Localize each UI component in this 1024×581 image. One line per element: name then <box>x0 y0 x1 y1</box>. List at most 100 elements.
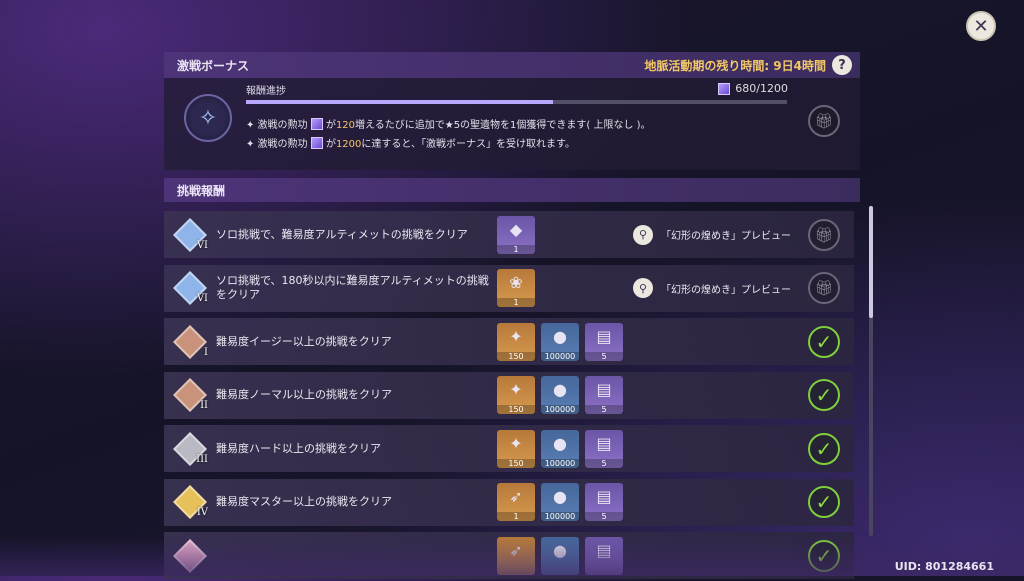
claimed-check-button[interactable]: ✓ <box>808 379 840 411</box>
preview-label: 「幻形の煌めき」プレビュー <box>661 231 791 242</box>
reward-item-icon: ▤ <box>596 380 612 399</box>
reward-item[interactable]: ▤ 5 <box>585 429 623 468</box>
preview-button[interactable]: ⚲ 「幻形の煌めき」プレビュー <box>633 278 791 298</box>
reward-row: ➶ ● ▤ ✓ <box>164 532 854 579</box>
claimed-check-button[interactable]: ✓ <box>808 486 840 518</box>
reward-items: ✦ 150 ● 100000 ▤ 5 <box>497 429 623 468</box>
reward-item[interactable]: ✦ 150 <box>497 376 535 414</box>
reward-item[interactable]: ➶ <box>497 536 535 575</box>
badge-roman-numeral: II <box>200 400 208 411</box>
reward-item[interactable]: ● 100000 <box>541 429 579 468</box>
wand-icon: ✧ <box>184 94 232 142</box>
reward-item-count: 1 <box>497 512 535 521</box>
reward-row: IV 難易度マスター以上の挑戦をクリア ➶ 1 ● 100000 ▤ 5 ✓ <box>164 478 854 526</box>
difficulty-badge-icon: III <box>172 431 208 467</box>
challenge-rewards-title: 挑戦報酬 <box>177 183 226 198</box>
check-icon: ✓ <box>815 543 833 568</box>
badge-roman-numeral: III <box>196 453 208 465</box>
reward-item[interactable]: ● <box>541 536 579 575</box>
reward-item[interactable]: ▤ <box>585 536 623 575</box>
bonus-rule-line-2: ✦ 激戦の勲功 が1200に達すると、「激戦ボーナス」を受け取れます。 <box>246 135 575 150</box>
difficulty-badge-icon: II <box>172 377 208 413</box>
reward-items: ➶ 1 ● 100000 ▤ 5 <box>497 483 623 521</box>
reward-item[interactable]: ❀ 1 <box>497 269 535 307</box>
reward-item[interactable]: ● 100000 <box>541 322 579 361</box>
close-button[interactable]: ✕ <box>966 11 996 41</box>
reward-row: I 難易度イージー以上の挑戦をクリア ✦ 150 ● 100000 ▤ 5 ✓ <box>164 318 854 365</box>
reward-item[interactable]: ▤ 5 <box>585 483 623 521</box>
search-icon: ⚲ <box>633 224 653 245</box>
reward-item-icon: ◆ <box>509 219 523 239</box>
reward-item[interactable]: ▤ 5 <box>585 376 623 414</box>
reward-item-count: 150 <box>497 351 535 361</box>
reward-item-count: 1 <box>497 298 535 307</box>
time-remaining-label: 地脈活動期の残り時間: 9日4時間 <box>644 58 826 73</box>
difficulty-badge-icon: VI <box>172 270 208 306</box>
medal-icon <box>718 82 731 95</box>
progress-bar <box>246 100 787 104</box>
reward-item[interactable]: ➶ 1 <box>497 483 535 521</box>
reward-items: ➶ ● ▤ <box>497 536 623 575</box>
progress-bar-fill <box>246 100 553 104</box>
badge-roman-numeral: VI <box>196 239 208 251</box>
badge-shape <box>173 538 207 573</box>
bonus-rule-number: 1200 <box>335 139 362 150</box>
reward-items: ✦ 150 ● 100000 ▤ 5 <box>497 376 623 414</box>
reward-item-icon: ● <box>553 433 567 453</box>
reward-item-count: 150 <box>497 405 535 414</box>
reward-item[interactable]: ● 100000 <box>541 483 579 521</box>
scrollbar[interactable] <box>869 206 873 536</box>
claim-gift-button[interactable]: 🎁︎ <box>808 218 840 251</box>
time-remaining: 地脈活動期の残り時間: 9日4時間 ? <box>644 55 852 75</box>
claimed-check-button[interactable]: ✓ <box>808 432 840 465</box>
gift-icon: 🎁︎ <box>814 279 834 297</box>
reward-row: II 難易度ノーマル以上の挑戦をクリア ✦ 150 ● 100000 ▤ 5 ✓ <box>164 371 854 419</box>
medal-icon <box>310 137 323 149</box>
reward-item-icon: ● <box>553 326 567 346</box>
reward-item[interactable]: ✦ 150 <box>497 429 535 468</box>
close-icon: ✕ <box>973 15 989 37</box>
preview-button[interactable]: ⚲ 「幻形の煌めき」プレビュー <box>633 224 791 245</box>
reward-item[interactable]: ◆ 1 <box>497 215 535 254</box>
reward-items: ✦ 150 ● 100000 ▤ 5 <box>497 322 623 361</box>
bonus-rule-suffix: に達すると、「激戦ボーナス」を受け取れます。 <box>361 139 575 150</box>
reward-item[interactable]: ▤ 5 <box>585 322 623 361</box>
reward-item-count: 5 <box>585 458 623 468</box>
reward-item-count: 5 <box>585 351 623 361</box>
bonus-header: 激戦ボーナス 地脈活動期の残り時間: 9日4時間 ? <box>164 52 860 78</box>
scrollbar-thumb[interactable] <box>869 206 873 318</box>
reward-item-icon: ▤ <box>596 326 612 346</box>
reward-item-count: 100000 <box>541 405 579 414</box>
badge-roman-numeral: VI <box>196 293 208 304</box>
reward-row: VI ソロ挑戦で、180秒以内に難易度アルティメットの挑戦をクリア ❀ 1 ⚲ 「幻形の煌… <box>164 264 854 312</box>
progress-value-text: 680/1200 <box>735 82 788 95</box>
bonus-title: 激戦ボーナス <box>177 58 250 73</box>
reward-item-count: 100000 <box>541 458 579 468</box>
bonus-panel: 激戦ボーナス 地脈活動期の残り時間: 9日4時間 ? ✧ 報酬進捗 680/12… <box>164 52 860 581</box>
claim-gift-button[interactable]: 🎁︎ <box>808 272 840 304</box>
reward-list[interactable]: VI ソロ挑戦で、難易度アルティメットの挑戦をクリア ◆ 1 ⚲ 「幻形の煌めき」プレビュ… <box>164 211 854 581</box>
reward-description: ソロ挑戦で、難易度アルティメットの挑戦をクリア <box>216 227 468 241</box>
reward-item[interactable]: ✦ 150 <box>497 322 535 361</box>
check-icon: ✓ <box>815 490 833 514</box>
bonus-rule-prefix: ✦ 激戦の勲功 <box>246 139 308 150</box>
claimed-check-button[interactable]: ✓ <box>808 539 840 572</box>
reward-description: 難易度ハード以上の挑戦をクリア <box>216 441 381 455</box>
bonus-rule-line-1: ✦ 激戦の勲功 が120増えるたびに追加で★5の聖遺物を1個獲得できます( 上限… <box>246 116 651 131</box>
bonus-rule-prefix: ✦ 激戦の勲功 <box>246 120 308 131</box>
reward-item[interactable]: ● 100000 <box>541 376 579 414</box>
reward-item-icon: ▤ <box>596 433 612 453</box>
reward-description: 難易度ノーマル以上の挑戦をクリア <box>216 388 392 401</box>
reward-item-count: 5 <box>585 512 623 521</box>
bonus-rule-mid: が <box>325 120 336 131</box>
reward-item-count: 100000 <box>541 512 579 521</box>
reward-item-icon: ➶ <box>509 540 523 560</box>
claimed-check-button[interactable]: ✓ <box>808 325 840 358</box>
bonus-body: ✧ 報酬進捗 680/1200 ✦ 激戦の勲功 が120増えるたびに追加で★5の… <box>164 78 860 170</box>
reward-item-icon: ❀ <box>509 273 523 292</box>
reward-item-icon: ● <box>553 380 567 399</box>
reward-items: ❀ 1 <box>497 269 535 307</box>
bonus-gift-button[interactable]: 🎁︎ <box>808 105 840 137</box>
check-icon: ✓ <box>815 436 833 461</box>
help-icon[interactable]: ? <box>832 55 852 75</box>
